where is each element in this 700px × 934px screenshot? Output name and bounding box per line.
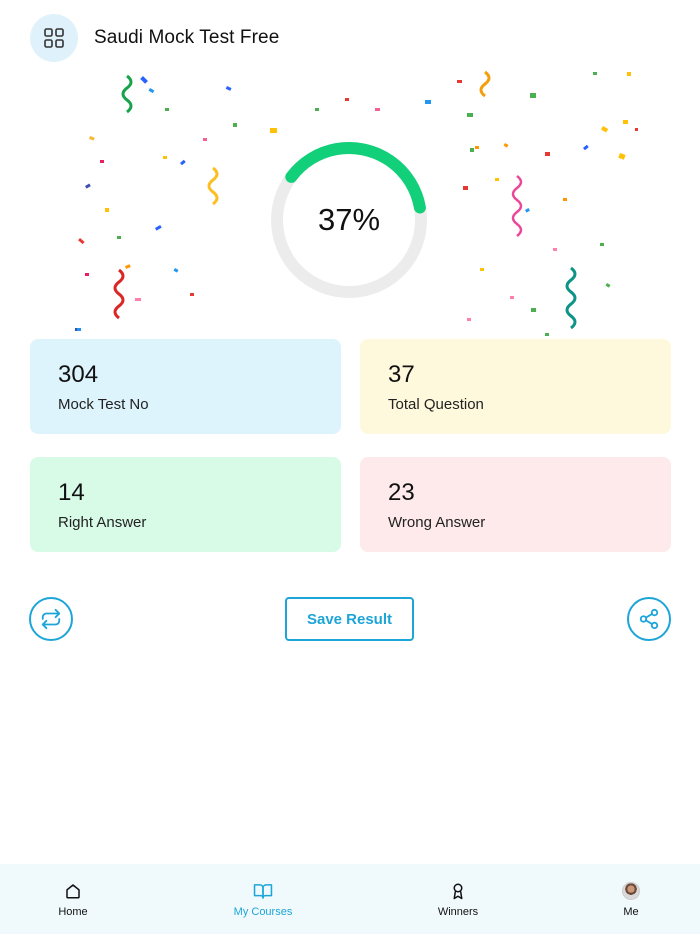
stat-label: Mock Test No	[58, 396, 149, 413]
nav-label: Me	[623, 906, 639, 918]
stat-value: 23	[388, 479, 415, 506]
score-percent: 37%	[317, 202, 381, 237]
nav-label: My Courses	[233, 906, 293, 918]
book-icon	[253, 884, 273, 899]
stat-card-wrong-answer: 23 Wrong Answer	[360, 457, 671, 552]
repeat-icon	[41, 608, 61, 630]
menu-button[interactable]	[30, 14, 78, 62]
stat-card-mock-test-no: 304 Mock Test No	[30, 339, 341, 434]
avatar	[622, 882, 640, 900]
stat-label: Total Question	[388, 396, 484, 413]
score-ring: 37%	[270, 141, 428, 299]
home-icon	[66, 884, 80, 899]
award-icon	[453, 883, 463, 900]
stat-value: 304	[58, 361, 99, 388]
save-result-button[interactable]: Save Result	[285, 597, 414, 641]
nav-label: Home	[58, 906, 88, 918]
share-icon	[639, 608, 659, 630]
stat-value: 14	[58, 479, 85, 506]
page-title: Saudi Mock Test Free	[94, 27, 280, 48]
share-button[interactable]	[627, 597, 671, 641]
nav-item-winners[interactable]: Winners	[403, 864, 513, 934]
stat-card-right-answer: 14 Right Answer	[30, 457, 341, 552]
retry-button[interactable]	[29, 597, 73, 641]
stat-value: 37	[388, 361, 415, 388]
stat-label: Wrong Answer	[388, 514, 486, 531]
bottom-navigation: Home My Courses Winners Me	[0, 864, 700, 934]
app-header: Saudi Mock Test Free	[30, 14, 279, 62]
nav-label: Winners	[437, 906, 479, 918]
nav-item-my-courses[interactable]: My Courses	[208, 864, 318, 934]
stat-card-total-question: 37 Total Question	[360, 339, 671, 434]
nav-item-me[interactable]: Me	[576, 864, 686, 934]
nav-item-home[interactable]: Home	[18, 864, 128, 934]
stat-label: Right Answer	[58, 514, 147, 531]
grid-icon	[44, 28, 64, 48]
